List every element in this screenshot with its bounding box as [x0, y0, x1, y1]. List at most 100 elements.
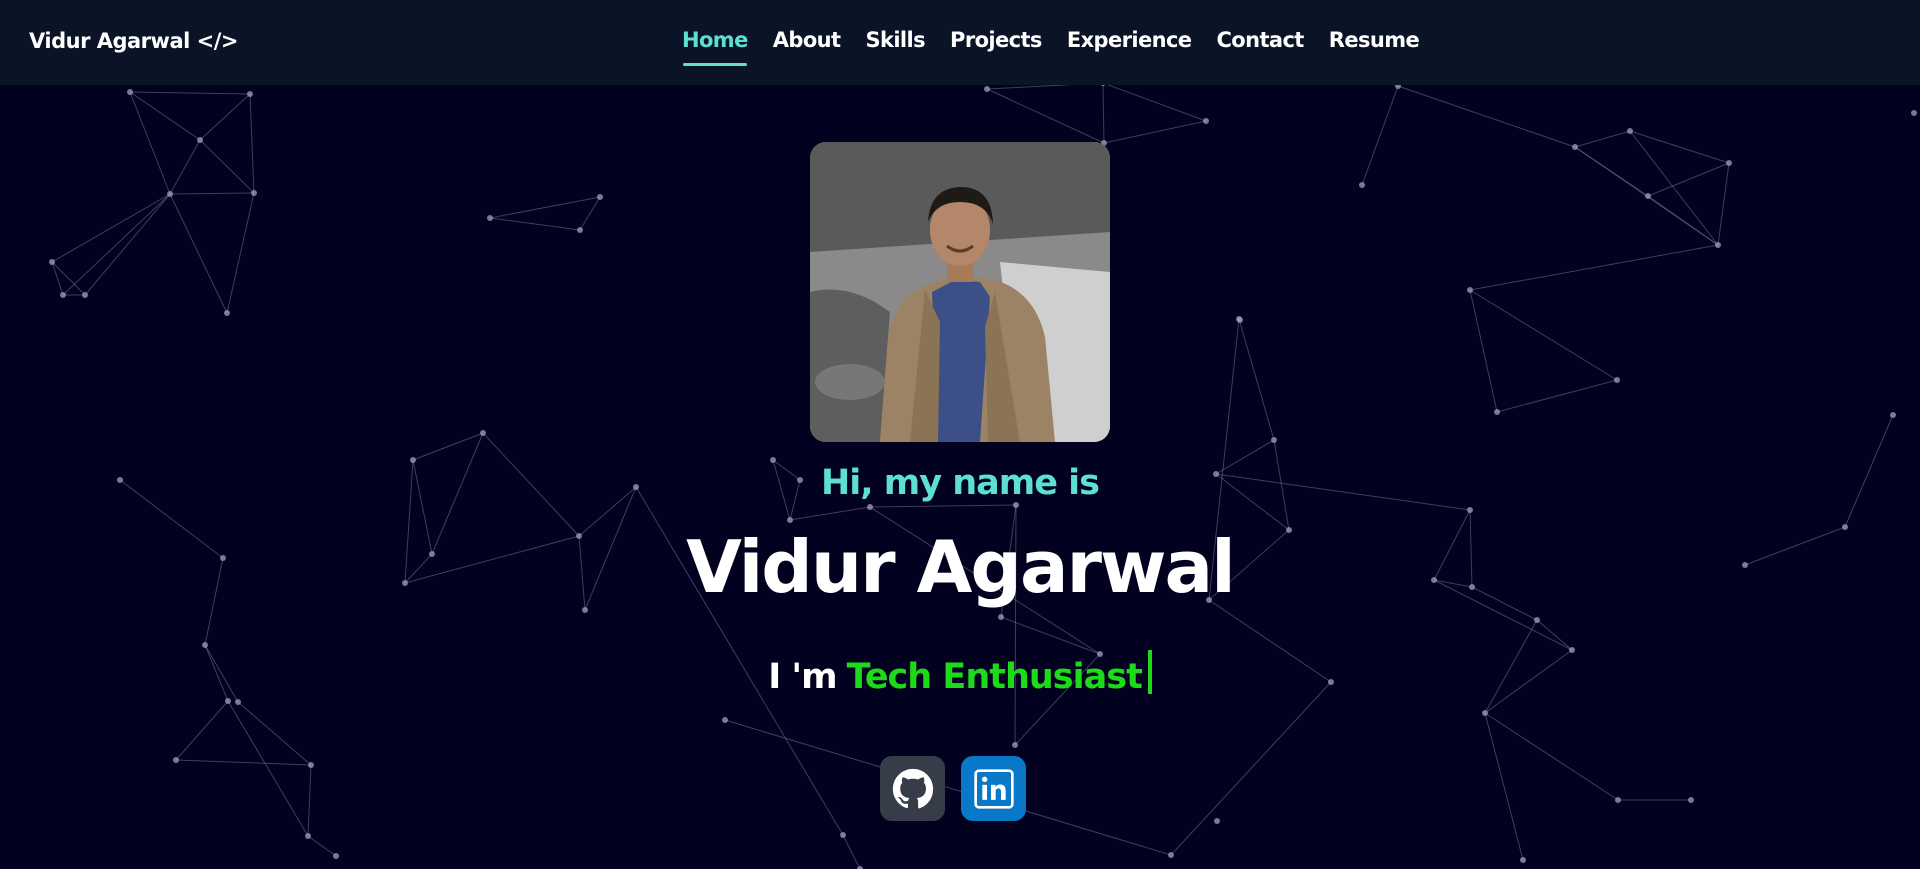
tagline-typed-text: Tech Enthusiast: [846, 657, 1143, 697]
particle-node: [1615, 797, 1621, 803]
particle-node: [1645, 193, 1651, 199]
particle-link: [307, 835, 337, 857]
particle-node: [247, 91, 253, 97]
particle-link: [1469, 289, 1618, 381]
particle-link: [489, 217, 581, 231]
nav-item-experience[interactable]: Experience: [1067, 28, 1192, 64]
particle-node: [49, 259, 55, 265]
particle-node: [867, 504, 873, 510]
linkedin-icon: [973, 768, 1014, 809]
particle-node: [1688, 797, 1694, 803]
particle-link: [1647, 162, 1730, 197]
navbar: Vidur Agarwal </> Home About Skills Proj…: [0, 0, 1920, 85]
hero-name: Vidur Agarwal: [686, 525, 1236, 609]
particle-node: [1911, 110, 1917, 116]
particle-node: [127, 89, 133, 95]
particle-link: [412, 432, 484, 461]
particle-link: [175, 700, 229, 761]
linkedin-link-button[interactable]: [961, 756, 1026, 821]
particle-node: [202, 642, 208, 648]
nav-item-home[interactable]: Home: [682, 28, 748, 66]
particle-link: [62, 193, 171, 296]
particle-node: [82, 292, 88, 298]
particle-node: [840, 832, 846, 838]
particle-node: [787, 517, 793, 523]
particle-link: [169, 192, 255, 195]
particle-link: [1103, 120, 1207, 144]
particle-node: [998, 614, 1004, 620]
particle-node: [225, 698, 231, 704]
particle-node: [308, 762, 314, 768]
particle-node: [1482, 710, 1488, 716]
particle-node: [1467, 287, 1473, 293]
particle-link: [199, 139, 255, 194]
particle-link: [129, 91, 251, 95]
particle-node: [1012, 742, 1018, 748]
particle-link: [175, 759, 312, 766]
particle-node: [487, 215, 493, 221]
particle-node: [1614, 377, 1620, 383]
particle-link: [227, 700, 309, 837]
particle-node: [251, 190, 257, 196]
particle-node: [235, 699, 241, 705]
particle-link: [1397, 85, 1576, 148]
particle-link: [789, 506, 871, 521]
greeting-text: Hi, my name is: [821, 463, 1100, 503]
particle-node: [1214, 818, 1220, 824]
particle-node: [480, 430, 486, 436]
particle-link: [249, 93, 255, 194]
nav-links: Home About Skills Projects Experience Co…: [682, 28, 1444, 66]
nav-item-skills[interactable]: Skills: [865, 28, 925, 64]
particle-node: [333, 853, 339, 859]
particle-node: [305, 833, 311, 839]
particle-node: [167, 191, 173, 197]
particle-link: [1102, 82, 1105, 144]
particle-node: [1494, 409, 1500, 415]
tagline: I 'm Tech Enthusiast: [0, 650, 1920, 697]
particle-node: [197, 137, 203, 143]
nav-item-resume[interactable]: Resume: [1329, 28, 1420, 64]
particle-node: [60, 292, 66, 298]
nav-item-contact[interactable]: Contact: [1216, 28, 1304, 64]
particle-link: [986, 88, 1105, 144]
particle-link: [129, 91, 201, 141]
particle-node: [1534, 617, 1540, 623]
particle-node: [1890, 412, 1896, 418]
particle-node: [1572, 144, 1578, 150]
particle-link: [84, 193, 171, 296]
particle-link: [1629, 130, 1719, 246]
particle-node: [577, 227, 583, 233]
particle-node: [1627, 128, 1633, 134]
particle-link: [1170, 681, 1332, 856]
particle-link: [1717, 162, 1730, 246]
social-links: [880, 756, 1026, 821]
github-link-button[interactable]: [880, 756, 945, 821]
particle-node: [597, 194, 603, 200]
particle-link: [169, 193, 228, 314]
nav-item-about[interactable]: About: [773, 28, 841, 64]
particle-link: [1629, 130, 1730, 164]
particle-link: [129, 91, 171, 195]
particle-node: [984, 86, 990, 92]
particle-link: [489, 196, 601, 219]
tagline-prefix: I 'm: [768, 657, 837, 697]
particle-link: [1102, 82, 1207, 122]
portfolio-page: Vidur Agarwal </> Home About Skills Proj…: [0, 0, 1920, 869]
particle-node: [1271, 437, 1277, 443]
particle-node: [1236, 316, 1242, 322]
particle-link: [842, 834, 861, 869]
particle-link: [1469, 289, 1498, 413]
particle-link: [169, 139, 201, 195]
nav-item-projects[interactable]: Projects: [950, 28, 1042, 64]
brand-logo[interactable]: Vidur Agarwal </>: [29, 29, 239, 53]
particle-node: [1467, 507, 1473, 513]
particle-link: [199, 93, 251, 141]
particle-link: [1238, 318, 1275, 441]
particle-link: [51, 193, 171, 263]
particle-node: [173, 757, 179, 763]
particle-node: [1203, 118, 1209, 124]
particle-link: [1361, 85, 1399, 186]
particle-link: [869, 504, 1017, 508]
particle-node: [1520, 857, 1526, 863]
particle-node: [1715, 242, 1721, 248]
